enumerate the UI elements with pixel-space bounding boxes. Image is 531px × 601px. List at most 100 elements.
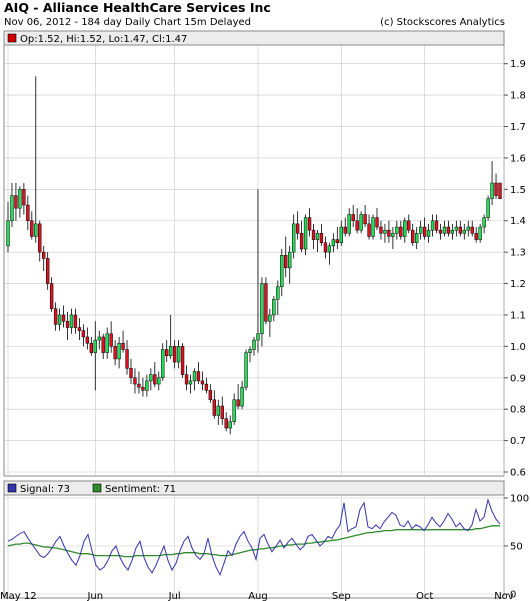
candle-body bbox=[371, 217, 375, 237]
candle-body bbox=[494, 182, 498, 196]
candle-body bbox=[438, 229, 443, 234]
candle-body bbox=[252, 339, 256, 350]
candle-body bbox=[375, 217, 379, 228]
candle-body bbox=[216, 405, 220, 416]
candle-body bbox=[248, 349, 252, 353]
candle-body bbox=[407, 220, 411, 231]
x-tick-label: Aug bbox=[248, 591, 268, 601]
candle bbox=[303, 214, 308, 256]
candle-body bbox=[145, 380, 149, 391]
candle-body bbox=[220, 405, 224, 419]
candle-body bbox=[224, 418, 228, 429]
candle-body bbox=[168, 346, 173, 357]
candle-body bbox=[331, 239, 336, 247]
candle-body bbox=[383, 229, 387, 234]
candle-body bbox=[434, 220, 439, 231]
candle-body bbox=[137, 383, 141, 388]
candle-body bbox=[280, 255, 284, 287]
candle-body bbox=[291, 223, 296, 253]
candle bbox=[371, 214, 375, 240]
price-panel: 0.6 0.7 0.8 0.9 1.0 1.1 1.2 1.3 1.4 1.5 1.6 1.7 1.8 1… bbox=[3, 30, 526, 479]
candle-body bbox=[22, 189, 26, 206]
candle-body bbox=[244, 352, 248, 388]
candle-body bbox=[188, 380, 193, 385]
candle-body bbox=[343, 226, 347, 234]
price-axis: 0.6 0.7 0.8 0.9 1.0 1.1 1.2 1.3 1.4 1.5 1.6 1.7 1.8 1… bbox=[504, 59, 526, 479]
candle-body bbox=[89, 342, 94, 353]
chart-subtitle: Nov 06, 2012 - 184 day Daily Chart 15m D… bbox=[4, 17, 251, 28]
candle-body bbox=[10, 195, 14, 221]
candle-body bbox=[236, 399, 240, 407]
signal-swatch bbox=[7, 483, 17, 493]
candle-body bbox=[53, 308, 58, 325]
candle-body bbox=[34, 223, 38, 237]
candle-body bbox=[284, 255, 288, 269]
sentiment-swatch bbox=[92, 483, 102, 493]
candle-body bbox=[462, 229, 466, 234]
ohlc-swatch bbox=[7, 33, 17, 43]
candle-body bbox=[458, 226, 463, 234]
candle-body bbox=[208, 390, 213, 401]
candle-body bbox=[153, 374, 157, 385]
candle-body bbox=[30, 220, 34, 237]
price-tick-label: 1.9 bbox=[510, 59, 526, 70]
candle-body bbox=[196, 371, 201, 382]
candle-body bbox=[81, 330, 86, 338]
candle-body bbox=[498, 182, 502, 200]
candle-body bbox=[45, 258, 50, 284]
x-tick-label: Sep bbox=[332, 591, 351, 601]
candle-body bbox=[65, 320, 70, 328]
price-tick-label: 0.9 bbox=[510, 373, 526, 384]
candle-body bbox=[355, 220, 359, 231]
candle-body bbox=[295, 223, 300, 234]
candle-body bbox=[319, 233, 324, 243]
candle-body bbox=[165, 349, 169, 357]
candle-body bbox=[26, 204, 30, 221]
candle-body bbox=[466, 226, 470, 231]
candle-body bbox=[42, 251, 46, 259]
candle-body bbox=[172, 346, 177, 363]
candle-body bbox=[129, 368, 133, 379]
candle bbox=[359, 211, 363, 234]
candle-body bbox=[276, 286, 280, 300]
candle-body bbox=[418, 226, 423, 234]
candle-body bbox=[474, 233, 478, 240]
price-tick-label: 1.7 bbox=[510, 122, 526, 133]
price-tick-label: 1.5 bbox=[510, 185, 526, 196]
candle-body bbox=[422, 226, 427, 237]
candle-body bbox=[335, 239, 340, 243]
candle-body bbox=[303, 217, 308, 250]
candle-body bbox=[69, 314, 74, 328]
candle-body bbox=[149, 374, 153, 382]
candle-body bbox=[6, 220, 10, 247]
candle-body bbox=[105, 333, 109, 353]
candle-body bbox=[430, 220, 435, 231]
candle-body bbox=[482, 217, 486, 228]
candle-body bbox=[268, 314, 272, 322]
candle-body bbox=[411, 229, 415, 243]
candle-body bbox=[486, 198, 490, 218]
candle-body bbox=[387, 229, 391, 237]
candle-body bbox=[442, 226, 447, 234]
price-tick-label: 1.2 bbox=[510, 279, 526, 290]
candle-body bbox=[315, 233, 320, 240]
candle-body bbox=[93, 339, 97, 353]
candle-body bbox=[117, 342, 121, 360]
candle-body bbox=[351, 214, 355, 221]
candle-body bbox=[200, 380, 205, 385]
candle-body bbox=[299, 233, 304, 250]
candle-body bbox=[272, 299, 276, 316]
candle-body bbox=[113, 346, 117, 360]
candle-body bbox=[141, 386, 145, 391]
candle-body bbox=[85, 336, 90, 344]
candle-body bbox=[38, 223, 42, 253]
candle-body bbox=[176, 346, 181, 363]
price-tick-label: 0.7 bbox=[510, 436, 526, 447]
candle-body bbox=[327, 245, 332, 253]
candle bbox=[180, 343, 185, 378]
candle-body bbox=[125, 349, 129, 369]
candle-body bbox=[323, 242, 328, 253]
price-tick-label: 1.0 bbox=[510, 342, 526, 353]
indicator-panel-frame bbox=[3, 480, 505, 599]
candle-body bbox=[399, 226, 403, 237]
